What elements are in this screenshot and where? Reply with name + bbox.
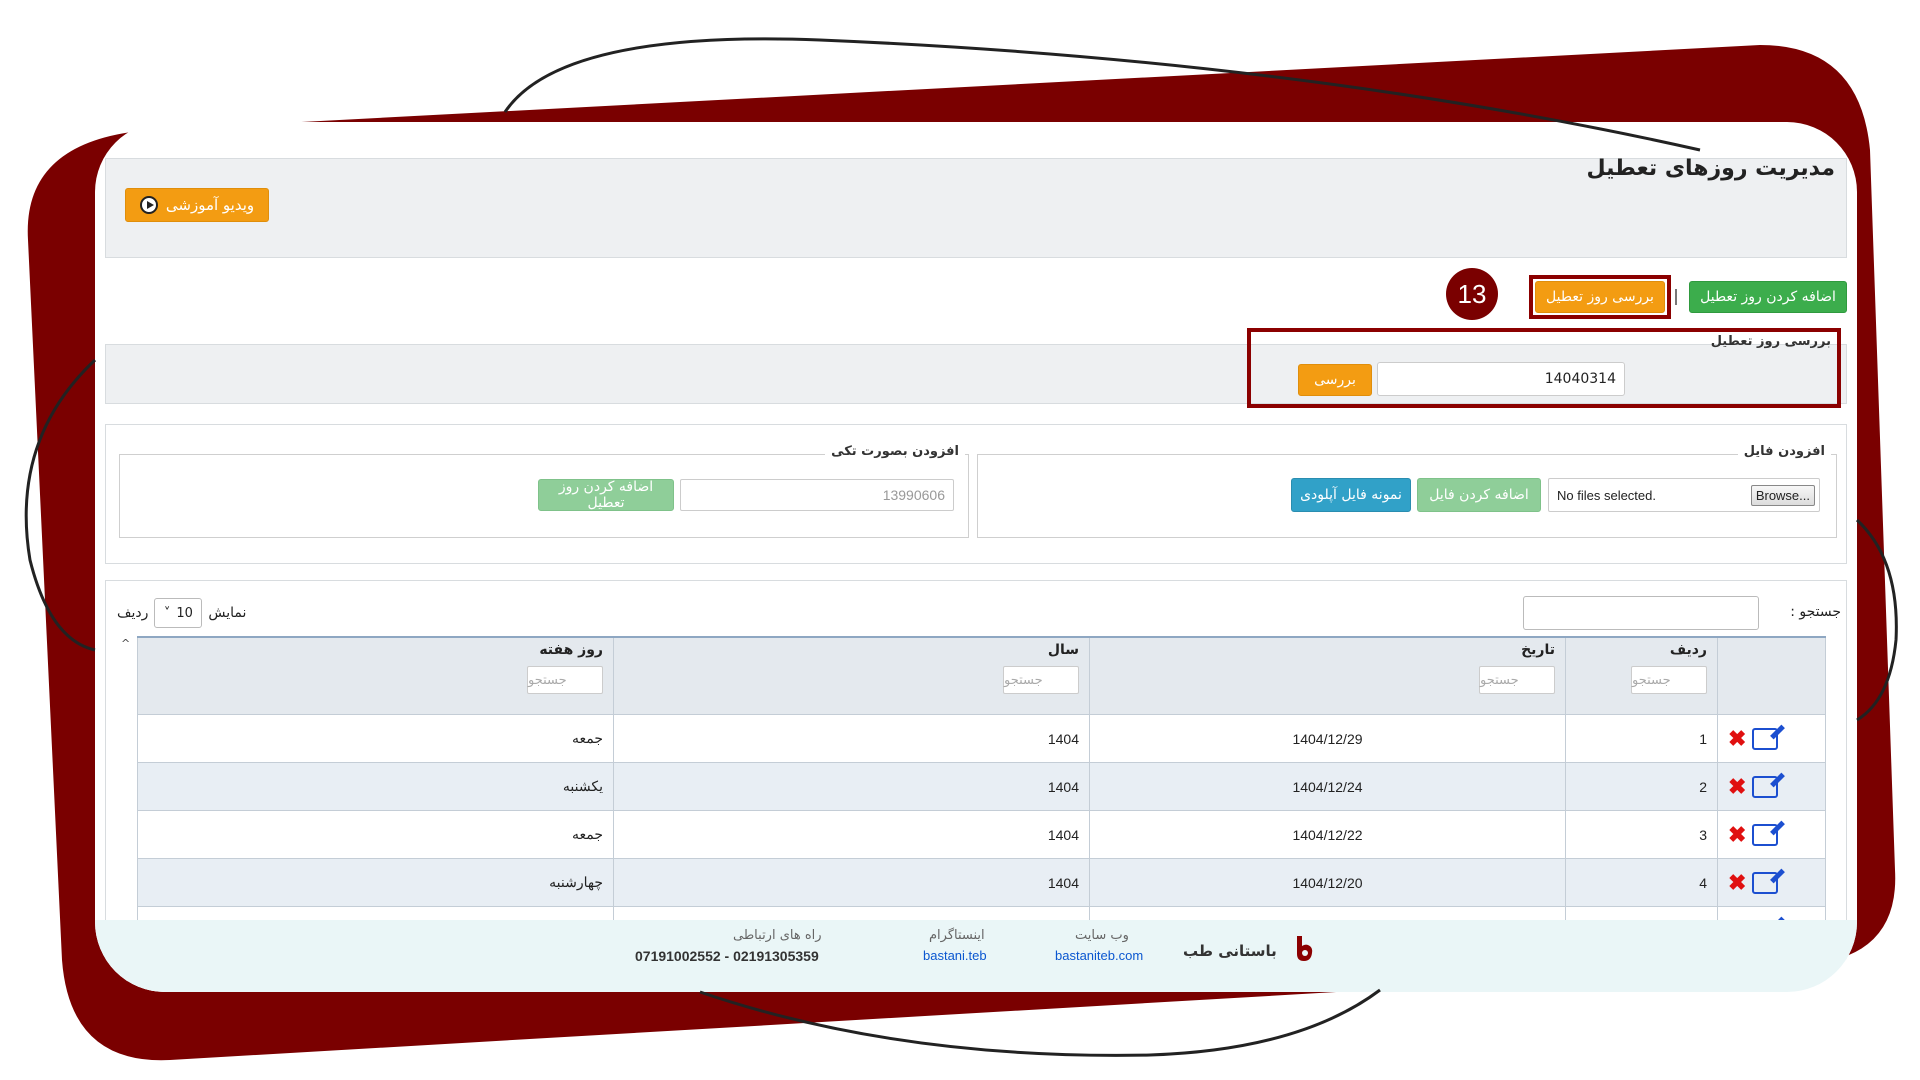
column-header-date: تاریخ جستجو	[1089, 636, 1566, 715]
step-badge: 13	[1446, 268, 1498, 320]
single-add-legend: افزودن بصورت تکی	[825, 444, 965, 459]
cell-index: 3	[1565, 810, 1718, 859]
table-row: ✖ 4 1404/12/20 1404 چهارشنبه	[137, 858, 1826, 907]
delete-icon[interactable]: ✖	[1728, 823, 1746, 846]
cell-weekday: جمعه	[137, 810, 614, 859]
cell-date: 1404/12/20	[1089, 858, 1566, 907]
video-tutorial-label: ویدیو آموزشی	[165, 196, 255, 214]
check-date-input[interactable]: 14040314	[1377, 362, 1625, 396]
page-title: مدیریت روزهای تعطیل	[1586, 156, 1835, 181]
check-submit-button[interactable]: بررسی	[1298, 364, 1372, 396]
column-title: روز هفته	[539, 642, 603, 658]
cell-date: 1404/12/29	[1089, 714, 1566, 763]
edit-icon[interactable]	[1752, 871, 1779, 894]
contact-phones: 07191002552 - 02191305359	[635, 948, 819, 964]
cell-year: 1404	[613, 810, 1090, 859]
cell-year: 1404	[613, 858, 1090, 907]
delete-icon[interactable]: ✖	[1728, 871, 1746, 894]
cell-date: 1404/12/24	[1089, 762, 1566, 811]
delete-icon[interactable]: ✖	[1728, 727, 1746, 750]
cell-date: 1404/12/22	[1089, 810, 1566, 859]
delete-icon[interactable]: ✖	[1728, 775, 1746, 798]
video-tutorial-button[interactable]: ویدیو آموزشی	[125, 188, 269, 222]
single-date-input[interactable]: 13990606	[680, 479, 954, 511]
table-row: ✖ 2 1404/12/24 1404 یکشنبه	[137, 762, 1826, 811]
show-label: نمایش	[208, 605, 247, 621]
column-search-input[interactable]: جستجو	[1003, 666, 1079, 694]
sample-file-button[interactable]: نمونه فایل آپلودی	[1291, 478, 1411, 512]
brand-logo-icon	[1297, 936, 1313, 961]
play-icon	[139, 196, 158, 214]
toolbar-separator	[1675, 289, 1677, 305]
edit-icon[interactable]	[1752, 727, 1779, 750]
actions-header	[1717, 636, 1826, 715]
holidays-table: ردیف جستجو تاریخ جستجو سال جستجو روز هفت…	[137, 636, 1826, 955]
rows-label: ردیف	[117, 605, 149, 621]
column-title: سال	[1047, 642, 1079, 658]
check-holiday-button[interactable]: بررسی روز تعطیل	[1535, 281, 1665, 313]
contact-label: راه های ارتباطی	[733, 928, 822, 943]
column-header-weekday: روز هفته جستجو	[137, 636, 614, 715]
add-holiday-button[interactable]: اضافه کردن روز تعطیل	[1689, 281, 1847, 313]
search-label: جستجو :	[1790, 604, 1841, 620]
file-input[interactable]: No files selected. Browse...	[1548, 478, 1820, 512]
website-link[interactable]: bastaniteb.com	[1055, 948, 1143, 963]
add-file-button[interactable]: اضافه کردن فایل	[1417, 478, 1541, 512]
cell-weekday: جمعه	[137, 714, 614, 763]
column-search-input[interactable]: جستجو	[1479, 666, 1555, 694]
scroll-up-icon[interactable]: ^	[121, 637, 130, 650]
cell-index: 4	[1565, 858, 1718, 907]
table-row: ✖ 1 1404/12/29 1404 جمعه	[137, 714, 1826, 763]
column-search-input[interactable]: جستجو	[1631, 666, 1707, 694]
cell-year: 1404	[613, 714, 1090, 763]
page-size-select[interactable]: 10 ˅	[154, 598, 203, 628]
browse-button[interactable]: Browse...	[1750, 484, 1815, 506]
brand-name: باستانی طب	[1183, 942, 1277, 960]
cell-weekday: چهارشنبه	[137, 858, 614, 907]
file-upload-legend: افزودن فایل	[1737, 444, 1831, 459]
app-content: مدیریت روزهای تعطیل ویدیو آموزشی اضافه ک…	[95, 122, 1857, 992]
edit-icon[interactable]	[1752, 775, 1779, 798]
website-label: وب سایت	[1075, 928, 1129, 943]
check-section-legend: بررسی روز تعطیل	[1710, 334, 1831, 349]
chevron-down-icon: ˅	[163, 605, 171, 621]
column-title: تاریخ	[1521, 642, 1555, 658]
column-header-index: ردیف جستجو	[1565, 636, 1718, 715]
column-header-year: سال جستجو	[613, 636, 1090, 715]
table-header-row: ردیف جستجو تاریخ جستجو سال جستجو روز هفت…	[137, 636, 1826, 715]
instagram-label: اینستاگرام	[929, 928, 985, 943]
table-search-input[interactable]	[1523, 596, 1759, 630]
column-search-input[interactable]: جستجو	[527, 666, 603, 694]
edit-icon[interactable]	[1752, 823, 1779, 846]
table-row: ✖ 3 1404/12/22 1404 جمعه	[137, 810, 1826, 859]
instagram-link[interactable]: bastani.teb	[923, 948, 987, 963]
cell-index: 1	[1565, 714, 1718, 763]
cell-year: 1404	[613, 762, 1090, 811]
page-size-value: 10	[176, 605, 193, 621]
file-status: No files selected.	[1557, 487, 1656, 503]
page-size-control: نمایش 10 ˅ ردیف	[117, 598, 246, 628]
single-add-button[interactable]: اضافه کردن روز تعطیل	[538, 479, 674, 511]
column-title: ردیف	[1669, 642, 1707, 658]
cell-weekday: یکشنبه	[137, 762, 614, 811]
cell-index: 2	[1565, 762, 1718, 811]
